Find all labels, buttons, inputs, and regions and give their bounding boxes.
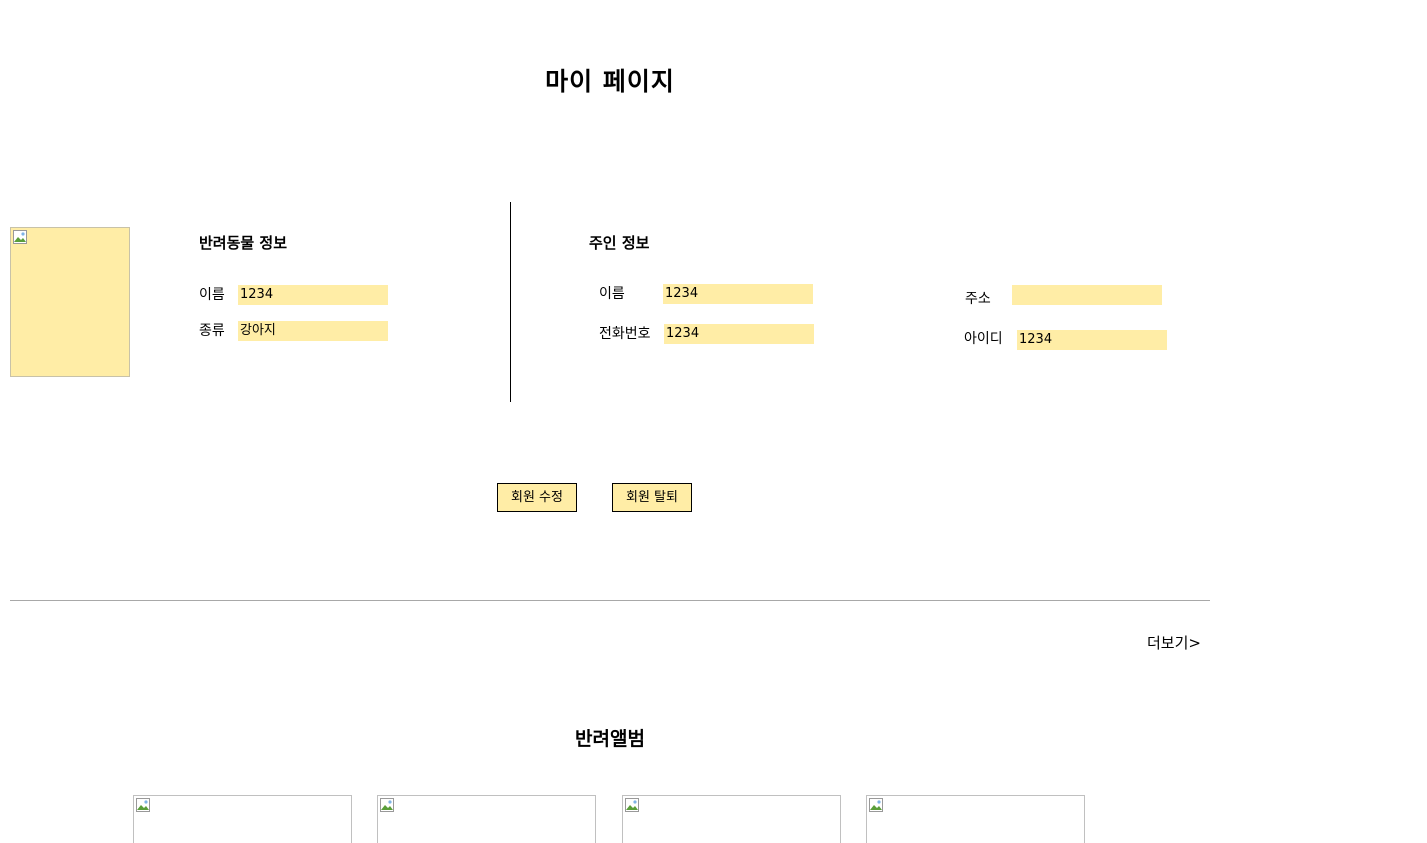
owner-phone-field[interactable]: 1234 bbox=[664, 324, 814, 344]
owner-address-field[interactable] bbox=[1012, 285, 1162, 305]
owner-name-label: 이름 bbox=[599, 286, 625, 302]
pet-type-label: 종류 bbox=[199, 323, 225, 339]
owner-info-heading: 주인 정보 bbox=[589, 234, 650, 252]
pet-info-heading: 반려동물 정보 bbox=[199, 234, 288, 252]
pet-name-label: 이름 bbox=[199, 287, 225, 303]
edit-member-button[interactable]: 회원 수정 bbox=[497, 483, 577, 512]
broken-image-icon bbox=[136, 798, 150, 812]
more-link[interactable]: 더보기> bbox=[1147, 632, 1201, 653]
broken-image-icon bbox=[380, 798, 394, 812]
album-thumbnail[interactable] bbox=[622, 795, 841, 843]
owner-id-field[interactable]: 1234 bbox=[1017, 330, 1167, 350]
owner-name-field[interactable]: 1234 bbox=[663, 284, 813, 304]
broken-image-icon bbox=[869, 798, 883, 812]
owner-id-label: 아이디 bbox=[964, 331, 1003, 347]
broken-image-icon bbox=[13, 230, 27, 244]
pet-photo bbox=[10, 227, 130, 377]
owner-address-label: 주소 bbox=[965, 291, 991, 307]
album-title: 반려앨범 bbox=[575, 728, 645, 750]
pet-type-field[interactable]: 강아지 bbox=[238, 321, 388, 341]
broken-image-icon bbox=[625, 798, 639, 812]
page-title: 마이 페이지 bbox=[545, 67, 675, 96]
album-thumbnail[interactable] bbox=[866, 795, 1085, 843]
withdraw-member-button[interactable]: 회원 탈퇴 bbox=[612, 483, 692, 512]
horizontal-divider bbox=[10, 600, 1210, 601]
owner-phone-label: 전화번호 bbox=[599, 326, 651, 342]
album-thumbnail[interactable] bbox=[377, 795, 596, 843]
pet-name-field[interactable]: 1234 bbox=[238, 285, 388, 305]
my-page: 마이 페이지 반려동물 정보 이름 1234 종류 강아지 주인 정보 이름 1… bbox=[0, 0, 1427, 843]
section-divider bbox=[510, 202, 511, 402]
album-thumbnail[interactable] bbox=[133, 795, 352, 843]
